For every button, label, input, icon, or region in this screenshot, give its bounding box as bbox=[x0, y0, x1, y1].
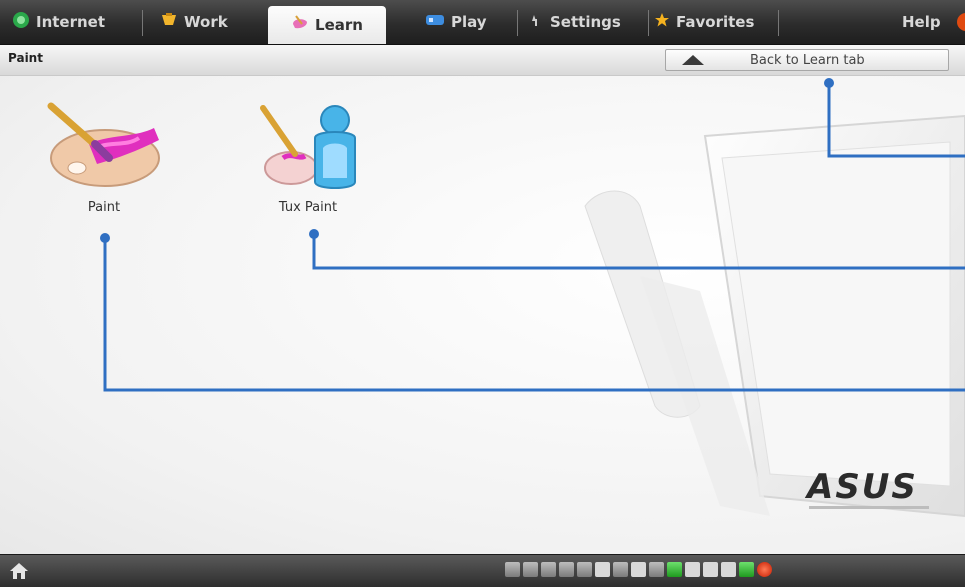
sd-card-icon[interactable] bbox=[649, 562, 664, 577]
home-icon[interactable] bbox=[8, 561, 30, 581]
svg-text:ASUS: ASUS bbox=[804, 468, 918, 507]
paint-palette-icon bbox=[34, 98, 174, 198]
play-icon bbox=[425, 13, 445, 31]
tab-separator bbox=[517, 10, 518, 36]
tab-favorites[interactable]: Favorites bbox=[654, 0, 754, 44]
tab-separator bbox=[648, 10, 649, 36]
tab-internet-label: Internet bbox=[36, 13, 106, 31]
sub-toolbar: Paint Back to Learn tab bbox=[0, 45, 965, 76]
tab-play-label: Play bbox=[451, 13, 487, 31]
touchpad-icon[interactable] bbox=[577, 562, 592, 577]
up-arrow-icon bbox=[682, 55, 704, 65]
tux-paint-icon bbox=[238, 98, 378, 198]
network-icon[interactable] bbox=[505, 562, 520, 577]
tab-work[interactable]: Work bbox=[160, 0, 228, 44]
back-to-learn-tab-button[interactable]: Back to Learn tab bbox=[665, 49, 949, 71]
tray-blank-icon bbox=[631, 562, 646, 577]
wireless-icon[interactable] bbox=[667, 562, 682, 577]
settings-icon bbox=[530, 13, 544, 31]
app-launcher-area: Paint Tux Paint ASUS bbox=[0, 76, 965, 554]
keyboard-icon[interactable] bbox=[559, 562, 574, 577]
tab-play[interactable]: Play bbox=[425, 0, 487, 44]
paint-app-label: Paint bbox=[87, 200, 121, 215]
tab-learn-label: Learn bbox=[315, 16, 363, 34]
internet-globe-icon bbox=[12, 11, 30, 33]
help-icon[interactable] bbox=[957, 13, 965, 31]
tab-favorites-label: Favorites bbox=[676, 13, 755, 31]
top-tab-bar: Internet Work Learn Play Settings Favori… bbox=[0, 0, 965, 45]
green-status-icon[interactable] bbox=[739, 562, 754, 577]
help-label: Help bbox=[902, 13, 941, 31]
tab-internet[interactable]: Internet bbox=[12, 0, 105, 44]
volume-icon[interactable] bbox=[613, 562, 628, 577]
input-indicator-3-icon[interactable] bbox=[721, 562, 736, 577]
back-button-label: Back to Learn tab bbox=[750, 53, 865, 68]
input-indicator-icon[interactable] bbox=[685, 562, 700, 577]
work-icon bbox=[160, 11, 178, 33]
tux-paint-app-label: Tux Paint bbox=[278, 200, 338, 215]
help-button[interactable]: Help bbox=[902, 0, 941, 44]
tab-settings-label: Settings bbox=[550, 13, 621, 31]
tux-paint-app-launcher[interactable]: Tux Paint bbox=[238, 98, 378, 215]
tab-separator bbox=[142, 10, 143, 36]
tab-learn[interactable]: Learn bbox=[268, 6, 386, 44]
learn-icon bbox=[291, 14, 309, 36]
system-tray bbox=[505, 562, 772, 582]
battery-icon[interactable] bbox=[523, 562, 538, 577]
tab-separator bbox=[778, 10, 779, 36]
input-indicator-2-icon[interactable] bbox=[703, 562, 718, 577]
paint-app-launcher[interactable]: Paint bbox=[34, 98, 174, 215]
tab-work-label: Work bbox=[184, 13, 228, 31]
favorites-star-icon bbox=[654, 12, 670, 32]
tray-separator-icon bbox=[595, 562, 610, 577]
display-icon[interactable] bbox=[541, 562, 556, 577]
tab-settings[interactable]: Settings bbox=[530, 0, 621, 44]
asus-logo: ASUS bbox=[803, 467, 938, 518]
bottom-taskbar bbox=[0, 554, 965, 587]
breadcrumb: Paint bbox=[8, 51, 43, 65]
power-icon[interactable] bbox=[757, 562, 772, 577]
